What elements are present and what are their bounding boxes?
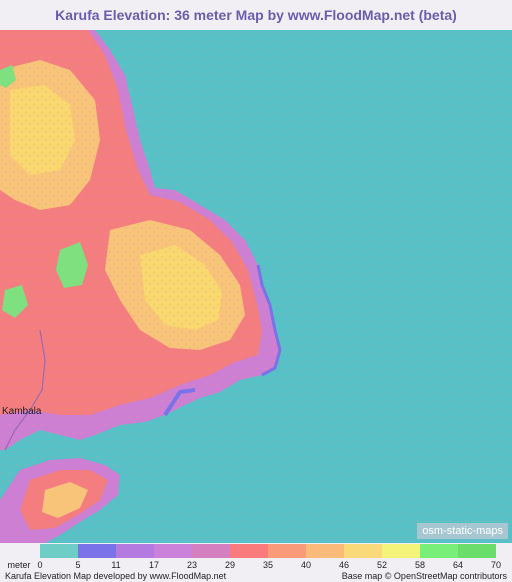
legend-swatch	[192, 544, 230, 558]
legend-tick-label: 0	[37, 560, 43, 570]
legend: meter 0 5 11 17 23 29 35 40 46 52 58 64 70 Karufa El…	[0, 543, 512, 582]
legend-tick-label: 29	[224, 560, 236, 570]
legend-swatch	[458, 544, 496, 558]
legend-tick-label: 11	[111, 560, 121, 570]
legend-tick-label: 5	[75, 560, 81, 570]
legend-swatch	[116, 544, 154, 558]
legend-swatch	[154, 544, 192, 558]
legend-swatch	[306, 544, 344, 558]
legend-tick-label: 46	[338, 560, 350, 570]
legend-unit-label: meter	[7, 560, 31, 570]
legend-tick-label: 40	[300, 560, 312, 570]
legend-tick-label: 23	[186, 560, 198, 570]
legend-tick-label: 70	[490, 560, 502, 570]
place-label-kambala: Kambala	[2, 406, 42, 417]
map-canvas	[0, 30, 512, 543]
page-title: Karufa Elevation: 36 meter Map by www.Fl…	[55, 7, 457, 23]
legend-tick-label: 64	[452, 560, 464, 570]
legend-tick-label: 35	[262, 560, 274, 570]
legend-color-bar	[40, 544, 496, 558]
footer: Karufa Elevation Map developed by www.Fl…	[0, 571, 512, 582]
footer-basemap-credit: Base map © OpenStreetMap contributors	[341, 571, 507, 581]
legend-swatch	[78, 544, 116, 558]
legend-tick-label: 52	[376, 560, 388, 570]
attribution-badge: osm-static-maps	[417, 523, 508, 539]
legend-swatch	[344, 544, 382, 558]
legend-swatch	[40, 544, 78, 558]
footer-credit: Karufa Elevation Map developed by www.Fl…	[5, 571, 227, 581]
elevation-map[interactable]: Kambala osm-static-maps	[0, 30, 512, 543]
legend-tick-label: 17	[148, 560, 160, 570]
legend-swatch	[230, 544, 268, 558]
legend-swatch	[268, 544, 306, 558]
legend-swatch	[420, 544, 458, 558]
legend-swatch	[382, 544, 420, 558]
legend-tick-label: 58	[414, 560, 426, 570]
